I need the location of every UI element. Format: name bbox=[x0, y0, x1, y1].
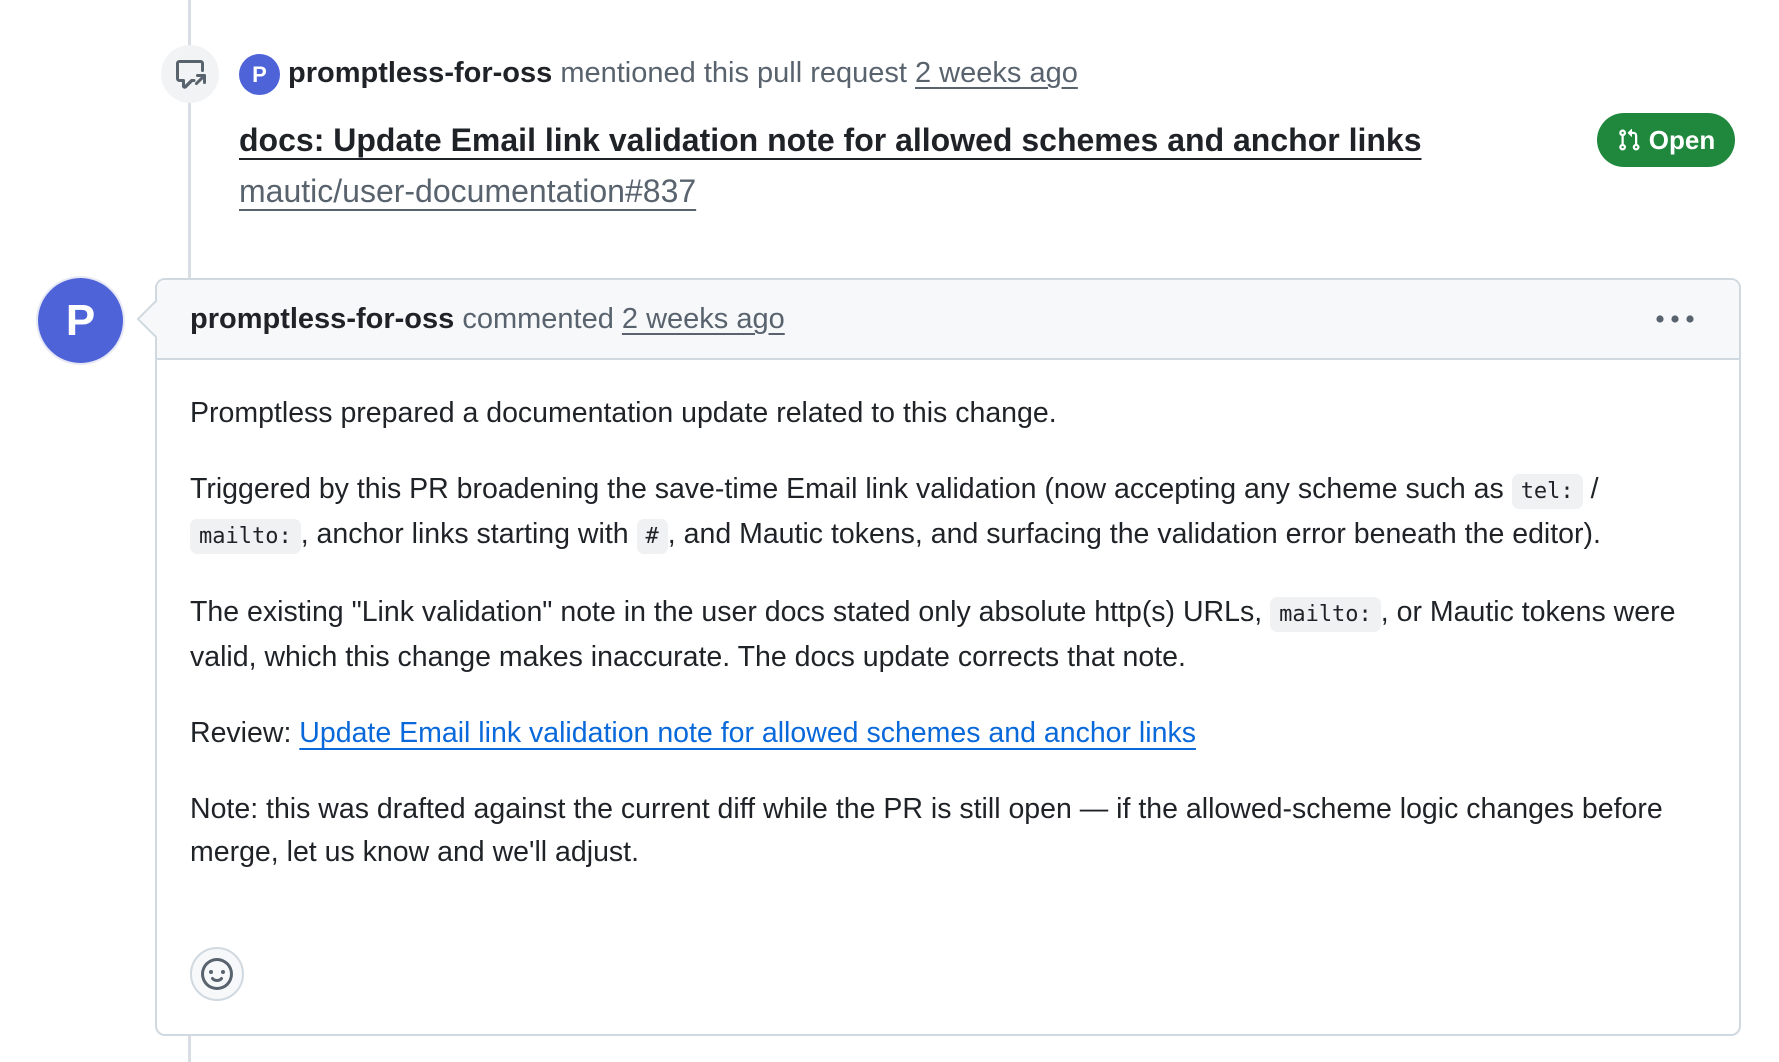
pr-state-label: Open bbox=[1648, 124, 1716, 155]
inline-code: tel: bbox=[1511, 474, 1583, 509]
comment-author-avatar[interactable]: P bbox=[38, 278, 123, 363]
comment-paragraph: Note: this was drafted against the curre… bbox=[190, 793, 1663, 868]
review-label: Review: bbox=[190, 717, 300, 749]
comment-action-text: commented bbox=[462, 303, 614, 335]
comment-paragraph: The existing "Link validation" note in t… bbox=[190, 591, 1690, 679]
text-run: / bbox=[1582, 473, 1599, 505]
smiley-icon bbox=[201, 958, 233, 990]
text-run: , anchor links starting with bbox=[300, 518, 637, 550]
mention-action-text: mentioned this pull request bbox=[560, 57, 907, 89]
cross-reference-icon bbox=[176, 60, 206, 89]
comment-paragraph: Review: Update Email link validation not… bbox=[190, 712, 1690, 755]
referenced-pr-title-link[interactable]: docs: Update Email link validation note … bbox=[239, 118, 1422, 162]
comment-paragraph: Promptless prepared a documentation upda… bbox=[190, 397, 1057, 429]
comment-header: promptless-for-oss commented 2 weeks ago bbox=[157, 280, 1739, 360]
mention-actor-link[interactable]: promptless-for-oss bbox=[288, 57, 552, 89]
cross-reference-event-badge bbox=[161, 45, 219, 103]
comment-timestamp-link[interactable]: 2 weeks ago bbox=[622, 303, 785, 335]
inline-code: mailto: bbox=[190, 519, 301, 554]
inline-code: mailto: bbox=[1270, 597, 1381, 632]
text-run: , and Mautic tokens, and surfacing the v… bbox=[667, 518, 1601, 550]
git-pull-request-icon bbox=[1619, 128, 1640, 151]
referenced-pr-id-link[interactable]: mautic/user-documentation#837 bbox=[239, 169, 696, 213]
comment-paragraph: Triggered by this PR broadening the save… bbox=[190, 468, 1690, 558]
mention-event-line: promptless-for-oss mentioned this pull r… bbox=[288, 53, 1078, 93]
mention-actor-avatar[interactable]: P bbox=[239, 54, 280, 95]
mention-timestamp-link[interactable]: 2 weeks ago bbox=[915, 57, 1078, 89]
pr-state-badge: Open bbox=[1597, 113, 1735, 167]
comment-body: Promptless prepared a documentation upda… bbox=[190, 392, 1690, 907]
comment-options-button[interactable] bbox=[1651, 304, 1699, 334]
comment-container: promptless-for-oss commented 2 weeks ago… bbox=[155, 278, 1741, 1036]
review-link[interactable]: Update Email link validation note for al… bbox=[299, 717, 1196, 749]
add-reaction-button[interactable] bbox=[190, 947, 244, 1001]
kebab-horizontal-icon bbox=[1656, 315, 1694, 323]
text-run: The existing "Link validation" note in t… bbox=[190, 596, 1271, 628]
text-run: Triggered by this PR broadening the save… bbox=[190, 473, 1512, 505]
inline-code: # bbox=[636, 519, 668, 554]
comment-author-link[interactable]: promptless-for-oss bbox=[190, 303, 454, 335]
